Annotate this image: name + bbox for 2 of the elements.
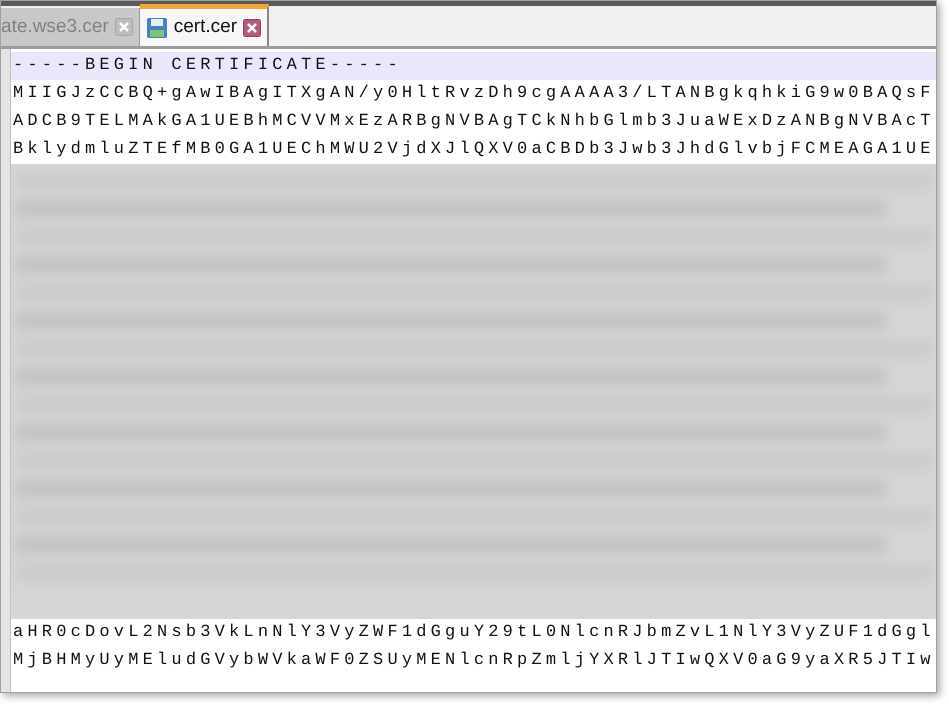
close-icon[interactable] [243,18,262,36]
file-tab[interactable]: cert.cer [140,4,270,46]
